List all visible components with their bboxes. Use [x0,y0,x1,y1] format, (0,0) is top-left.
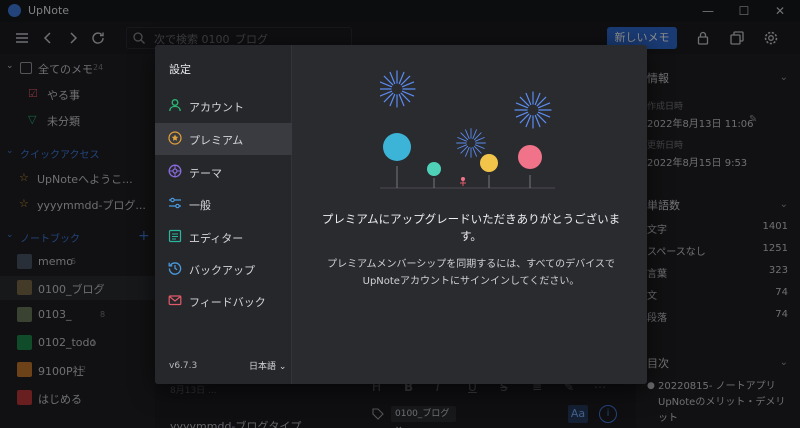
firework-icon [456,128,486,158]
settings-nav-label: アカウント [189,101,244,114]
sync-instructions: プレミアムメンバーシップを同期するには、すべてのデバイスでUpNoteアカウント… [327,259,615,287]
settings-nav-premium[interactable]: プレミアム [155,123,292,155]
balloon-pink-icon [518,145,542,169]
settings-nav-label: エディター [189,232,244,245]
feedback-mail-icon [168,295,182,306]
backup-icon [168,262,182,275]
settings-nav-label: 一般 [189,199,211,212]
celebration-illustration [380,70,555,189]
thank-you-title: プレミアムにアップグレードいただきありがとうございます。 [321,212,621,243]
settings-nav-editor[interactable]: エディター [155,221,292,253]
general-sliders-icon [169,197,181,209]
settings-title: 設定 [169,63,191,76]
balloon-yellow-icon [480,154,498,172]
balloon-blue-icon [383,133,411,161]
account-icon [169,99,181,112]
premium-star-icon [168,131,182,145]
language-select[interactable]: 日本語 ⌄ [249,359,286,372]
editor-icon [168,229,182,243]
settings-nav-label: プレミアム [189,134,244,147]
settings-nav-label: バックアップ [189,264,255,277]
balloon-teal-icon [427,162,441,176]
settings-nav-general[interactable]: 一般 [155,188,292,220]
firework-icon [514,91,552,129]
app-version: v6.7.3 [169,361,198,371]
settings-modal: 設定 アカウント プレミアム テーマ 一般 エディター バックアップ フィードバ… [155,45,647,384]
settings-nav-feedback[interactable]: フィードバック [155,285,292,317]
theme-palette-icon [168,164,182,178]
settings-nav-backup[interactable]: バックアップ [155,253,292,285]
settings-nav-label: フィードバック [189,296,266,309]
person-icon [460,177,466,186]
settings-nav-label: テーマ [189,167,222,180]
settings-nav-theme[interactable]: テーマ [155,156,292,188]
firework-icon [380,70,416,108]
settings-content: プレミアムにアップグレードいただきありがとうございます。 プレミアムメンバーシッ… [292,45,647,384]
settings-nav-account[interactable]: アカウント [155,90,292,122]
